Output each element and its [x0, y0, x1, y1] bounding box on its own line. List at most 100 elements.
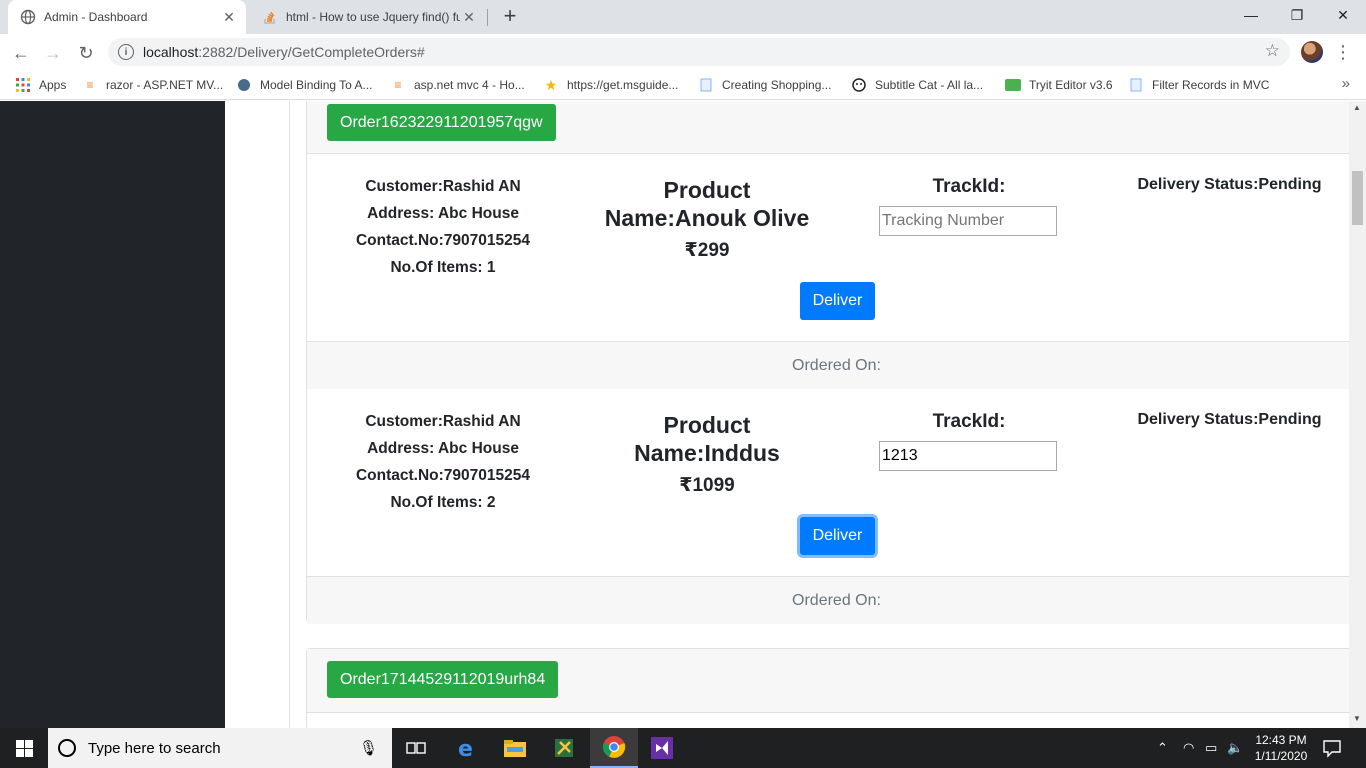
- bookmark-label: https://get.msguide...: [567, 78, 679, 92]
- tools-app-icon[interactable]: [540, 728, 588, 768]
- windows-taskbar: Type here to search 🎙 e ⌃ ◠ ▭ 🔈 12:43 PM…: [0, 728, 1366, 768]
- stackoverflow-icon: ≡: [86, 78, 94, 92]
- tab-close-icon[interactable]: ✕: [460, 9, 478, 26]
- forward-button[interactable]: →: [40, 40, 66, 66]
- content-divider: [289, 101, 290, 728]
- product-label: Product: [663, 412, 751, 438]
- browser-menu-icon[interactable]: ⋮: [1334, 42, 1352, 62]
- bookmark-label: Filter Records in MVC: [1152, 78, 1270, 92]
- profile-avatar[interactable]: [1301, 41, 1323, 63]
- address-url: localhost:2882/Delivery/GetCompleteOrder…: [143, 44, 425, 60]
- scroll-up-arrow-icon[interactable]: ▲: [1353, 103, 1361, 112]
- bookmark-subtitle-cat[interactable]: Subtitle Cat - All la...: [851, 76, 983, 94]
- tab-title: Admin - Dashboard: [44, 10, 148, 24]
- product-price: ₹299: [684, 240, 730, 261]
- browser-toolbar: ← → ↻ i localhost:2882/Delivery/GetCompl…: [0, 34, 1366, 70]
- browser-tab-strip: Admin - Dashboard ✕ html - How to use Jq…: [0, 0, 1366, 34]
- cat-favicon-icon: [851, 77, 867, 93]
- file-explorer-icon[interactable]: [491, 728, 539, 768]
- minimize-button[interactable]: —: [1228, 0, 1274, 30]
- delivery-status: Delivery Status:Pending: [1137, 176, 1322, 193]
- bookmark-apps[interactable]: Apps: [15, 76, 66, 94]
- apps-grid-icon: [15, 77, 31, 93]
- volume-icon[interactable]: 🔈: [1227, 740, 1243, 756]
- chrome-icon[interactable]: [590, 728, 638, 768]
- url-path: :2882/Delivery/GetCompleteOrders#: [198, 44, 425, 60]
- bookmark-razor[interactable]: ≡ razor - ASP.NET MV...: [82, 76, 223, 94]
- delivery-status: Delivery Status:Pending: [1137, 411, 1322, 428]
- track-id-label: TrackId:: [932, 176, 1006, 197]
- page-scrollbar[interactable]: ▲ ▼: [1349, 101, 1366, 728]
- more-bookmarks-icon[interactable]: »: [1342, 75, 1350, 92]
- tab-close-icon[interactable]: ✕: [220, 9, 238, 26]
- close-window-button[interactable]: ✕: [1320, 0, 1366, 30]
- system-clock[interactable]: 12:43 PM 1/11/2020: [1245, 732, 1317, 764]
- bookmark-label: Apps: [39, 78, 67, 92]
- product-label: Product: [663, 177, 751, 203]
- svg-text:e: e: [458, 737, 473, 760]
- show-hidden-icons-icon[interactable]: ⌃: [1157, 740, 1168, 756]
- site-info-icon[interactable]: i: [118, 44, 134, 60]
- track-id-label: TrackId:: [932, 411, 1006, 432]
- maximize-button[interactable]: ❐: [1274, 0, 1320, 30]
- edge-icon[interactable]: e: [443, 728, 491, 768]
- visual-studio-icon[interactable]: [638, 728, 686, 768]
- tracking-number-input[interactable]: [879, 441, 1057, 471]
- new-tab-button[interactable]: +: [498, 4, 522, 28]
- deliver-button[interactable]: Deliver: [800, 517, 875, 555]
- bookmark-msguide[interactable]: ★ https://get.msguide...: [543, 76, 679, 94]
- customer-name: Customer:Rashid AN: [365, 178, 521, 195]
- product-name: Product Name:Anouk Olive: [592, 176, 822, 232]
- bookmark-label: Subtitle Cat - All la...: [875, 78, 984, 92]
- customer-contact: Contact.No:7907015254: [355, 467, 531, 484]
- bookmark-star-icon[interactable]: ☆: [1265, 41, 1280, 61]
- windows-logo-icon: [15, 739, 33, 757]
- reload-button[interactable]: ↻: [73, 40, 99, 66]
- bookmarks-bar: Apps ≡ razor - ASP.NET MV... Model Bindi…: [0, 70, 1366, 100]
- action-center-icon[interactable]: [1322, 738, 1342, 758]
- ordered-on-footer: Ordered On:: [307, 341, 1366, 389]
- microphone-icon[interactable]: 🎙: [359, 739, 378, 757]
- task-view-icon[interactable]: [392, 728, 440, 768]
- globe-icon: [20, 9, 36, 25]
- order-card: Order17144529112019urh84: [306, 648, 1366, 728]
- address-bar[interactable]: i localhost:2882/Delivery/GetCompleteOrd…: [108, 38, 1290, 66]
- clock-date: 1/11/2020: [1254, 749, 1308, 763]
- item-count: No.Of Items: 1: [390, 259, 496, 276]
- product-name: Product Name:Inddus: [592, 411, 822, 467]
- tab-admin-dashboard[interactable]: Admin - Dashboard ✕: [8, 0, 246, 34]
- customer-details: Customer:Rashid AN Address: Abc House Co…: [327, 408, 559, 516]
- taskbar-search[interactable]: Type here to search 🎙: [48, 728, 392, 768]
- order-id-button[interactable]: Order162322911201957qgw: [327, 104, 556, 141]
- admin-sidebar: [0, 101, 225, 728]
- bookmark-label: Model Binding To A...: [260, 78, 373, 92]
- bookmark-filter-records[interactable]: Filter Records in MVC: [1128, 76, 1269, 94]
- product-price: ₹1099: [679, 475, 735, 496]
- tracking-number-input[interactable]: [879, 206, 1057, 236]
- order-card: Order162322911201957qgw Customer:Rashid …: [306, 101, 1366, 624]
- wifi-icon[interactable]: ◠: [1183, 740, 1194, 756]
- product-value: Name:Inddus: [634, 440, 780, 466]
- scrollbar-thumb[interactable]: [1352, 171, 1363, 225]
- battery-icon[interactable]: ▭: [1205, 740, 1217, 756]
- bookmark-creating-shopping[interactable]: Creating Shopping...: [698, 76, 831, 94]
- tab-jquery-find[interactable]: html - How to use Jquery find() fu ✕: [250, 0, 486, 34]
- bookmark-label: razor - ASP.NET MV...: [106, 78, 224, 92]
- stackoverflow-icon: ≡: [394, 78, 402, 92]
- customer-contact: Contact.No:7907015254: [355, 232, 531, 249]
- clock-time: 12:43 PM: [1255, 733, 1307, 747]
- bookmark-tryit-editor[interactable]: Tryit Editor v3.6: [1005, 76, 1113, 94]
- customer-details: Customer:Rashid AN Address: Abc House Co…: [327, 173, 559, 281]
- taskbar-search-placeholder: Type here to search: [88, 739, 221, 757]
- back-button[interactable]: ←: [8, 40, 34, 66]
- start-button[interactable]: [0, 728, 48, 768]
- bookmark-label: asp.net mvc 4 - Ho...: [414, 78, 525, 92]
- bookmark-model-binding[interactable]: Model Binding To A...: [236, 76, 373, 94]
- order-id-button[interactable]: Order17144529112019urh84: [327, 661, 559, 698]
- customer-address: Address: Abc House: [367, 205, 519, 222]
- scroll-down-arrow-icon[interactable]: ▼: [1353, 714, 1361, 723]
- deliver-button[interactable]: Deliver: [800, 282, 875, 320]
- url-host: localhost: [143, 44, 199, 60]
- bookmark-aspnet-mvc[interactable]: ≡ asp.net mvc 4 - Ho...: [390, 76, 525, 94]
- bookmark-label: Tryit Editor v3.6: [1029, 78, 1113, 92]
